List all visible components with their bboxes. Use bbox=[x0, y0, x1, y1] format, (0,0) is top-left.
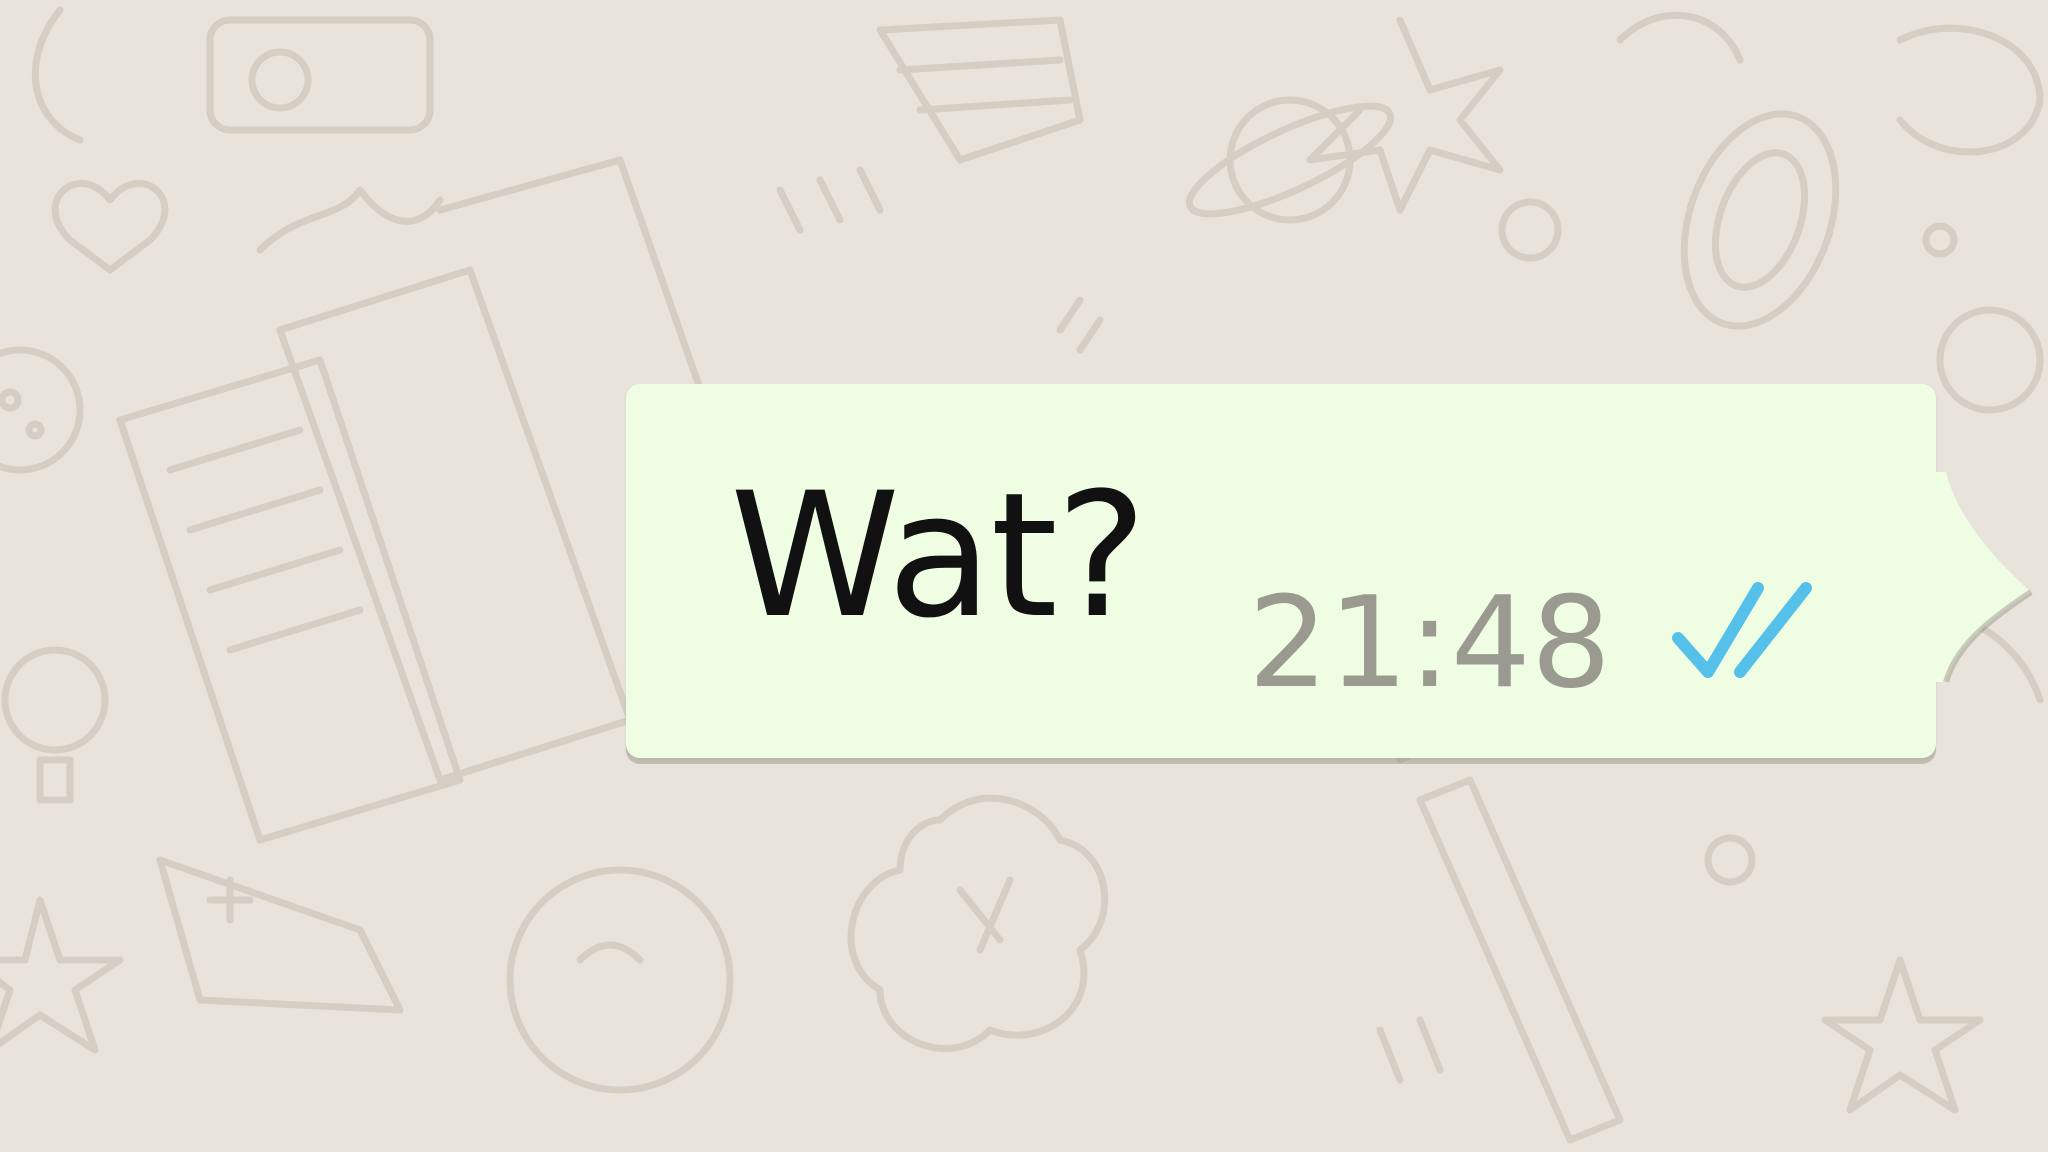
bubble-tail bbox=[1926, 472, 2046, 682]
message-text: Wat? bbox=[730, 455, 1147, 656]
double-check-icon bbox=[1666, 570, 1816, 690]
message-bubble-outgoing[interactable]: Wat? 21:48 bbox=[626, 384, 2036, 768]
message-timestamp: 21:48 bbox=[1248, 569, 1612, 716]
